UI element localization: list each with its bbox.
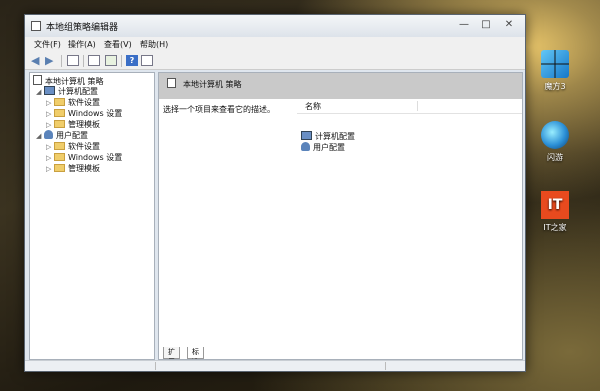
- desktop-icon-label: IT之家: [543, 223, 567, 232]
- collapse-icon[interactable]: ◢: [36, 88, 44, 96]
- ithome-icon: IT: [541, 191, 569, 219]
- column-divider[interactable]: [417, 101, 418, 111]
- policy-document-icon: [33, 75, 42, 85]
- expand-icon[interactable]: ▷: [46, 110, 54, 118]
- status-bar: [25, 360, 525, 371]
- folder-icon: [54, 153, 65, 161]
- desktop-icon-mofang3[interactable]: 魔方3: [532, 50, 578, 92]
- details-header-title: 本地计算机 策略: [183, 80, 242, 89]
- policy-document-icon: [167, 78, 176, 88]
- desktop-icon-ithome[interactable]: IT IT之家: [532, 191, 578, 233]
- details-pane: 本地计算机 策略 选择一个项目来查看它的描述。 名称 计算机配置 用户配置 扩展…: [158, 72, 523, 360]
- desktop-icon-shanyou[interactable]: 闪游: [532, 121, 578, 163]
- folder-icon: [54, 164, 65, 172]
- app-icon: [31, 21, 41, 31]
- tree-pane: 本地计算机 策略 ◢ 计算机配置 ▷ 软件设置 ▷ Windows 设置 ▷ 管理模板 …: [29, 72, 155, 360]
- maximize-button[interactable]: □: [475, 17, 497, 33]
- expand-icon[interactable]: ▷: [46, 143, 54, 151]
- user-icon: [44, 130, 53, 139]
- status-divider: [385, 362, 386, 370]
- expand-icon[interactable]: ▷: [46, 121, 54, 129]
- folder-icon: [54, 109, 65, 117]
- tab-standard[interactable]: 标准: [187, 347, 204, 359]
- expand-icon[interactable]: ▷: [46, 165, 54, 173]
- tree-user-windows-settings[interactable]: ▷ Windows 设置: [46, 152, 122, 163]
- column-header-label: 名称: [305, 102, 321, 111]
- menu-bar: 文件(F) 操作(A) 查看(V) 帮助(H): [25, 37, 525, 52]
- back-arrow-icon[interactable]: ◀: [31, 55, 43, 66]
- details-header: 本地计算机 策略: [159, 73, 522, 99]
- magic-cube-icon: [541, 50, 569, 78]
- tree-user-admin-templates[interactable]: ▷ 管理模板: [46, 163, 100, 174]
- description-text: 选择一个项目来查看它的描述。: [163, 105, 275, 114]
- computer-icon: [44, 86, 55, 95]
- menu-file[interactable]: 文件(F): [34, 39, 61, 50]
- properties-icon[interactable]: [88, 55, 100, 66]
- tree-computer-config[interactable]: ◢ 计算机配置: [36, 86, 98, 97]
- toolbar-separator: [61, 55, 62, 67]
- toolbar-separator: [121, 55, 122, 67]
- tree-user-software-settings[interactable]: ▷ 软件设置: [46, 141, 100, 152]
- computer-icon: [301, 131, 312, 140]
- help-icon[interactable]: ?: [126, 55, 138, 66]
- shanyou-browser-icon: [541, 121, 569, 149]
- status-divider: [155, 362, 156, 370]
- toolbar-separator: [83, 55, 84, 67]
- expand-icon[interactable]: ▷: [46, 154, 54, 162]
- export-list-icon[interactable]: [105, 55, 117, 66]
- expand-icon[interactable]: ▷: [46, 99, 54, 107]
- tree-user-config[interactable]: ◢ 用户配置: [36, 130, 88, 141]
- show-hide-action-pane-icon[interactable]: [141, 55, 153, 66]
- folder-icon: [54, 98, 65, 106]
- tree-computer-windows-settings[interactable]: ▷ Windows 设置: [46, 108, 122, 119]
- gpedit-window: 本地组策略编辑器 — □ ✕ 文件(F) 操作(A) 查看(V) 帮助(H) ◀…: [24, 14, 526, 372]
- user-icon: [301, 142, 310, 151]
- show-tree-icon[interactable]: [67, 55, 79, 66]
- tab-extended[interactable]: 扩展: [163, 347, 180, 359]
- folder-icon: [54, 142, 65, 150]
- desktop-icon-label: 魔方3: [544, 82, 566, 91]
- list-item-user-config[interactable]: 用户配置: [301, 142, 345, 153]
- close-button[interactable]: ✕: [497, 17, 521, 33]
- menu-view[interactable]: 查看(V): [104, 39, 132, 50]
- minimize-button[interactable]: —: [453, 17, 475, 33]
- tree-root[interactable]: 本地计算机 策略: [33, 75, 104, 86]
- menu-action[interactable]: 操作(A): [68, 39, 96, 50]
- forward-arrow-icon[interactable]: ▶: [45, 55, 57, 66]
- tree-computer-software-settings[interactable]: ▷ 软件设置: [46, 97, 100, 108]
- menu-help[interactable]: 帮助(H): [140, 39, 168, 50]
- toolbar: ◀ ▶ ?: [25, 52, 525, 70]
- folder-icon: [54, 120, 65, 128]
- title-bar[interactable]: 本地组策略编辑器 — □ ✕: [25, 15, 525, 37]
- desktop-icon-label: 闪游: [547, 153, 563, 162]
- list-item-computer-config[interactable]: 计算机配置: [301, 131, 355, 142]
- collapse-icon[interactable]: ◢: [36, 132, 44, 140]
- window-title: 本地组策略编辑器: [46, 23, 119, 33]
- tree-computer-admin-templates[interactable]: ▷ 管理模板: [46, 119, 100, 130]
- column-header-name[interactable]: 名称: [297, 99, 522, 114]
